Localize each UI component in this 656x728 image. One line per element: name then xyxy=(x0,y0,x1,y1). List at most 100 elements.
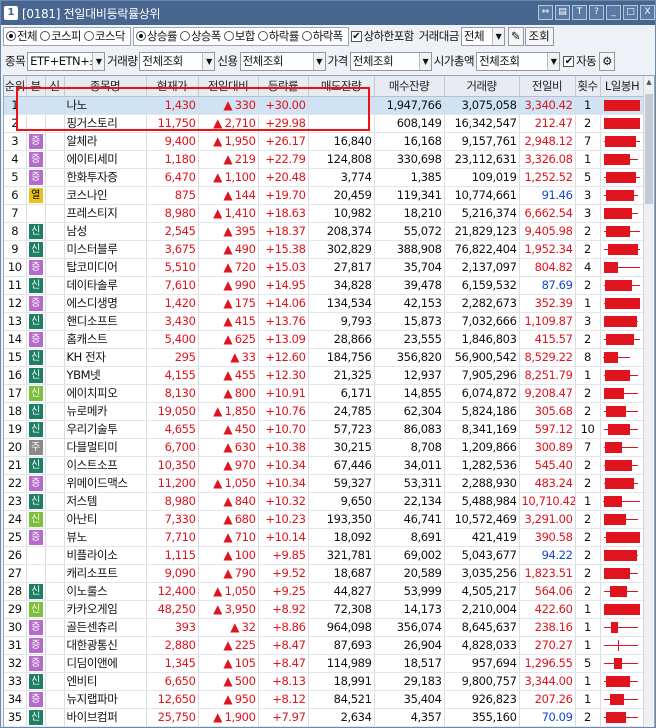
stock-name-cell[interactable]: 캐리소프트 xyxy=(64,564,147,583)
table-row[interactable]: 13 신 핸디소프트 3,430 ▲ 415 +13.76 9,793 15,873 7,032,… xyxy=(4,312,645,331)
column-header[interactable]: 분 xyxy=(26,76,46,97)
stock-name-cell[interactable]: 에이치피오 xyxy=(64,384,147,403)
column-header[interactable]: 거래량 xyxy=(444,76,520,97)
scroll-up-icon[interactable]: ▲ xyxy=(644,78,654,90)
search-code-button[interactable]: ✎ xyxy=(507,26,524,46)
table-row[interactable]: 15 신 KH 전자 295 ▲ 33 +12.60 184,756 356,820 56,900… xyxy=(4,348,645,367)
table-row[interactable]: 22 증 위메이드맥스 11,200 ▲ 1,050 +10.34 59,327 53,311 2… xyxy=(4,474,645,493)
stock-name-cell[interactable]: 코스나인 xyxy=(64,186,147,205)
volume-amount-select[interactable]: 전체 ▼ xyxy=(460,26,505,46)
column-header[interactable]: 전일비 xyxy=(519,76,576,97)
stock-name-cell[interactable]: 아난티 xyxy=(64,510,147,529)
table-row[interactable]: 9 신 미스터블루 3,675 ▲ 490 +15.38 302,829 388,908 76,8… xyxy=(4,240,645,259)
table-row[interactable]: 24 신 아난티 7,330 ▲ 680 +10.23 193,350 46,741 10,572… xyxy=(4,510,645,529)
stock-name-cell[interactable]: KH 전자 xyxy=(64,348,147,367)
radio-icon[interactable] xyxy=(223,31,234,41)
table-row[interactable]: 19 신 우리기술투 4,655 ▲ 450 +10.70 57,723 86,083 8,341… xyxy=(4,420,645,439)
stock-name-cell[interactable]: 엔비티 xyxy=(64,672,147,691)
table-row[interactable]: 7 프레스티지 8,980 ▲ 1,410 +18.63 10,982 18,210 5,216… xyxy=(4,204,645,223)
rank-type-radio-4[interactable]: 하락폭 xyxy=(301,28,343,44)
stock-name-cell[interactable]: 뉴로메카 xyxy=(64,402,147,421)
link-icon[interactable]: ⇔ xyxy=(538,5,553,20)
stock-name-cell[interactable]: 카카오게임 xyxy=(64,600,147,619)
column-header[interactable]: 매수잔량 xyxy=(374,76,445,97)
table-row[interactable]: 2 핑거스토리 11,750 ▲ 2,710 +29.98 608,149 16,342,54… xyxy=(4,114,645,133)
table-row[interactable]: 14 증 홈캐스트 5,400 ▲ 625 +13.09 28,866 23,555 1,846,… xyxy=(4,330,645,349)
market-cap-select[interactable]: 전체조회 ▼ xyxy=(476,51,561,71)
market-radio-0[interactable]: 전체 xyxy=(6,28,38,44)
stock-name-cell[interactable]: 뉴지랩파마 xyxy=(64,690,147,709)
column-header[interactable]: 종목명 xyxy=(64,76,147,97)
minimize-icon[interactable]: _ xyxy=(606,5,621,20)
stock-name-cell[interactable]: 우리기술투 xyxy=(64,420,147,439)
stock-name-cell[interactable]: 위메이드맥스 xyxy=(64,474,147,493)
column-header[interactable]: 등락률 xyxy=(258,76,309,97)
stock-name-cell[interactable]: 한화투자증 xyxy=(64,168,147,187)
stock-name-cell[interactable]: 다믈멀티미 xyxy=(64,438,147,457)
table-row[interactable]: 18 신 뉴로메카 19,050 ▲ 1,850 +10.76 24,785 62,304 5,8… xyxy=(4,402,645,421)
radio-icon[interactable] xyxy=(135,31,146,41)
stock-name-cell[interactable]: 뷰노 xyxy=(64,528,147,547)
stock-name-cell[interactable]: 이스트소프 xyxy=(64,456,147,475)
column-header[interactable]: 횟수 xyxy=(575,76,601,97)
table-row[interactable]: 4 증 에이티세미 1,180 ▲ 219 +22.79 124,808 330,698 23,1… xyxy=(4,150,645,169)
item-select[interactable]: ETF+ETN+스팩 ▼ xyxy=(27,51,106,71)
radio-icon[interactable] xyxy=(83,31,94,41)
stock-name-cell[interactable]: 나노 xyxy=(64,96,147,115)
market-radio-2[interactable]: 코스닥 xyxy=(83,28,125,44)
price-select[interactable]: 전체조회 ▼ xyxy=(349,51,432,71)
table-row[interactable]: 17 신 에이치피오 8,130 ▲ 800 +10.91 6,171 14,855 6,074,… xyxy=(4,384,645,403)
table-row[interactable]: 12 증 에스디생명 1,420 ▲ 175 +14.06 134,534 42,153 2,28… xyxy=(4,294,645,313)
table-row[interactable]: 30 증 골든센츄리 393 ▲ 32 +8.86 964,098 356,074 8,645,6… xyxy=(4,618,645,637)
table-row[interactable]: 27 캐리소프트 9,090 ▲ 790 +9.52 18,687 20,589 3,035,2… xyxy=(4,564,645,583)
table-row[interactable]: 34 증 뉴지랩파마 12,650 ▲ 950 +8.12 84,521 35,404 926,8… xyxy=(4,690,645,709)
stock-name-cell[interactable]: 에스디생명 xyxy=(64,294,147,313)
screen-number-icon[interactable]: 1 xyxy=(4,6,18,20)
column-header[interactable]: 순위 xyxy=(4,76,27,97)
stock-name-cell[interactable]: YBM넷 xyxy=(64,366,147,385)
table-row[interactable]: 26 비플라이소 1,115 ▲ 100 +9.85 321,781 69,002 5,043,… xyxy=(4,546,645,565)
table-row[interactable]: 21 신 이스트소프 10,350 ▲ 970 +10.34 67,446 34,011 1,28… xyxy=(4,456,645,475)
rank-type-radio-0[interactable]: 상승률 xyxy=(135,28,177,44)
question-icon[interactable]: ? xyxy=(589,5,604,20)
table-row[interactable]: 28 신 이노룰스 12,400 ▲ 1,050 +9.25 44,827 53,999 4,50… xyxy=(4,582,645,601)
column-header[interactable]: 현재가 xyxy=(146,76,199,97)
checkbox-icon[interactable]: ✔ xyxy=(350,30,362,42)
table-row[interactable]: 16 신 YBM넷 4,155 ▲ 455 +12.30 21,325 12,937 7,905,… xyxy=(4,366,645,385)
table-row[interactable]: 35 신 바이브컴퍼 25,750 ▲ 1,900 +7.97 2,634 4,357 355,1… xyxy=(4,708,645,727)
stock-name-cell[interactable]: 이노룰스 xyxy=(64,582,147,601)
stock-name-cell[interactable]: 홈캐스트 xyxy=(64,330,147,349)
market-radio-1[interactable]: 코스피 xyxy=(39,28,82,44)
column-header[interactable]: 신 xyxy=(45,76,65,97)
stock-name-cell[interactable]: 프레스티지 xyxy=(64,204,147,223)
auto-checkbox[interactable]: ✔ 자동 xyxy=(563,53,597,69)
rank-type-radio-2[interactable]: 보합 xyxy=(223,28,255,44)
stock-name-cell[interactable]: 에이티세미 xyxy=(64,150,147,169)
scrollbar-thumb[interactable] xyxy=(645,94,653,204)
checkbox-icon[interactable]: ✔ xyxy=(563,55,575,67)
stock-name-cell[interactable]: 핑거스토리 xyxy=(64,114,147,133)
limit-include-checkbox[interactable]: ✔ 상하한포함 xyxy=(350,28,414,44)
volume-select[interactable]: 전체조회 ▼ xyxy=(139,51,216,71)
table-row[interactable]: 32 증 디딤이앤에 1,345 ▲ 105 +8.47 114,989 18,517 957,6… xyxy=(4,654,645,673)
table-row[interactable]: 31 증 대한광통신 2,880 ▲ 225 +8.47 87,693 26,904 4,828,… xyxy=(4,636,645,655)
table-row[interactable]: 10 증 탑코미디어 5,510 ▲ 720 +15.03 27,817 35,704 2,137… xyxy=(4,258,645,277)
column-header[interactable]: 매도잔량 xyxy=(308,76,375,97)
stock-name-cell[interactable]: 데이타솔루 xyxy=(64,276,147,295)
settings-button[interactable]: ⚙ xyxy=(599,51,616,71)
table-row[interactable]: 20 주 다믈멀티미 6,700 ▲ 630 +10.38 30,215 8,708 1,209,… xyxy=(4,438,645,457)
table-row[interactable]: 23 신 저스템 8,980 ▲ 840 +10.32 9,650 22,134 5,488,98… xyxy=(4,492,645,511)
stock-name-cell[interactable]: 바이브컴퍼 xyxy=(64,708,147,727)
table-row[interactable]: 6 열 코스나인 875 ▲ 144 +19.70 20,459 119,341 10,774,6… xyxy=(4,186,645,205)
table-row[interactable]: 25 증 뷰노 7,710 ▲ 710 +10.14 18,092 8,691 421,419 39… xyxy=(4,528,645,547)
pin-icon[interactable]: T xyxy=(572,5,587,20)
table-row[interactable]: 11 신 데이타솔루 7,610 ▲ 990 +14.95 34,828 39,478 6,159… xyxy=(4,276,645,295)
stock-name-cell[interactable]: 알체라 xyxy=(64,132,147,151)
rank-type-radio-1[interactable]: 상승폭 xyxy=(179,28,221,44)
table-row[interactable]: 1 나노 1,430 ▲ 330 +30.00 1,947,766 3,075,058 3,34… xyxy=(4,96,645,115)
table-row[interactable]: 5 증 한화투자증 6,470 ▲ 1,100 +20.48 3,774 1,385 109,01… xyxy=(4,168,645,187)
maximize-icon[interactable]: □ xyxy=(623,5,638,20)
close-icon[interactable]: X xyxy=(640,5,655,20)
rank-type-radio-3[interactable]: 하락률 xyxy=(257,28,299,44)
radio-icon[interactable] xyxy=(6,31,16,41)
